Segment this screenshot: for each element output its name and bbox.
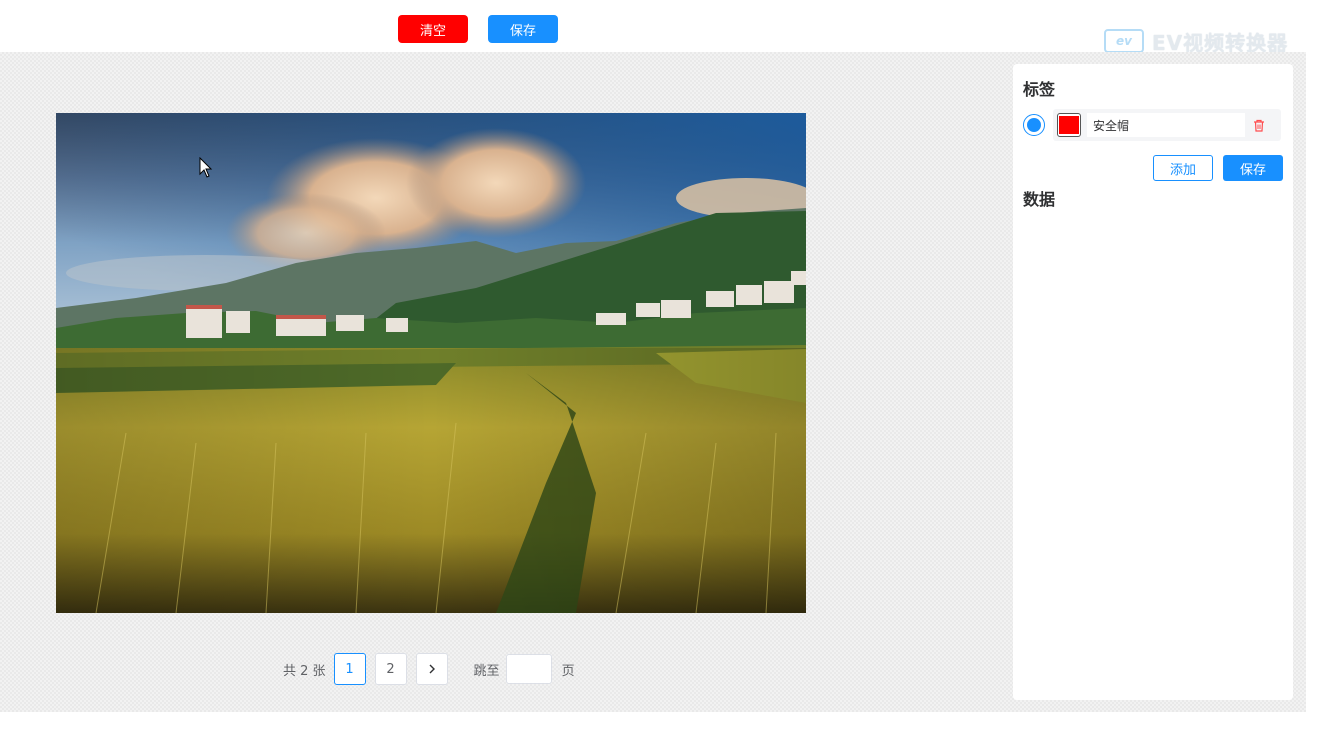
label-editor: 安全帽 xyxy=(1053,109,1281,141)
label-select-radio[interactable] xyxy=(1023,114,1045,136)
page-suffix-label: 页 xyxy=(561,663,575,679)
trash-icon xyxy=(1254,119,1264,132)
pagination-total: 共 2 张 xyxy=(283,663,326,679)
mouse-cursor-icon xyxy=(199,157,213,178)
delete-label-button[interactable] xyxy=(1253,119,1265,132)
radio-selected-dot xyxy=(1027,118,1041,132)
next-page-button[interactable] xyxy=(415,653,448,685)
save-labels-button[interactable]: 保存 xyxy=(1223,155,1283,181)
top-toolbar: 清空 保存 ev EV视频转换器 xyxy=(0,0,1332,55)
data-title: 数据 xyxy=(1023,190,1056,209)
jump-page-input[interactable] xyxy=(505,654,552,684)
jump-label: 跳至 xyxy=(473,663,500,679)
label-color-picker[interactable] xyxy=(1057,113,1081,137)
label-name-input[interactable]: 安全帽 xyxy=(1087,113,1245,137)
page-1-button[interactable]: 1 xyxy=(333,653,366,685)
watermark-logo: ev xyxy=(1104,29,1144,53)
chevron-right-icon xyxy=(429,664,435,674)
add-label-button[interactable]: 添加 xyxy=(1153,155,1213,181)
label-panel: 标签 安全帽 添加 保存 数据 xyxy=(1013,64,1293,700)
watermark: ev EV视频转换器 xyxy=(1104,28,1288,55)
labels-title: 标签 xyxy=(1023,80,1056,99)
pagination: 共 2 张 1 2 跳至 页 xyxy=(283,653,575,685)
page-2-button[interactable]: 2 xyxy=(374,653,407,685)
save-button[interactable]: 保存 xyxy=(488,15,558,43)
landscape-photo[interactable] xyxy=(56,113,806,613)
label-item: 安全帽 xyxy=(1023,109,1283,141)
annotation-image[interactable] xyxy=(56,113,806,613)
clear-button[interactable]: 清空 xyxy=(398,15,468,43)
label-color-swatch xyxy=(1059,116,1079,134)
